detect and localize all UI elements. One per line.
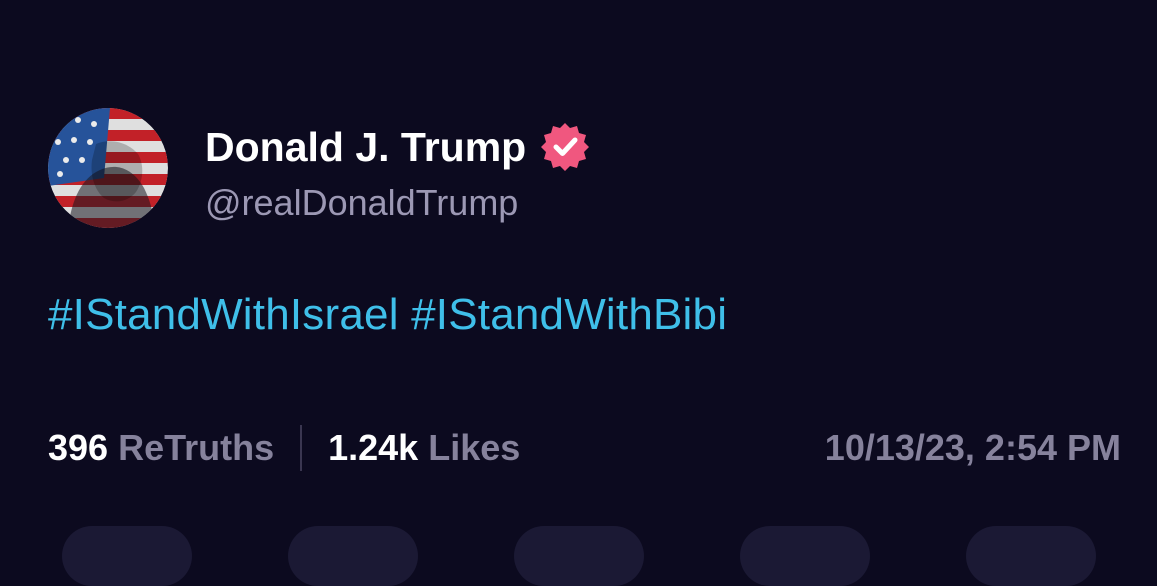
retruths-label: ReTruths <box>118 427 275 468</box>
post-text: #IStandWithIsrael #IStandWithBibi <box>48 290 727 340</box>
more-button[interactable] <box>966 526 1096 586</box>
likes-count: 1.24k <box>328 427 419 468</box>
like-button[interactable] <box>514 526 644 586</box>
verified-badge-icon <box>540 122 590 172</box>
likes-stat[interactable]: 1.24k Likes <box>328 427 520 469</box>
retruth-button[interactable] <box>288 526 418 586</box>
hashtag-link[interactable]: #IStandWithIsrael <box>48 290 399 339</box>
post-card: Donald J. Trump @realDonaldTrump #IStand… <box>0 0 1157 586</box>
action-bar <box>0 526 1157 586</box>
stats-divider <box>300 425 303 471</box>
likes-label: Likes <box>428 427 521 468</box>
author-handle[interactable]: @realDonaldTrump <box>205 182 518 224</box>
share-button[interactable] <box>740 526 870 586</box>
post-stats: 396 ReTruths 1.24k Likes 10/13/23, 2:54 … <box>48 420 1121 476</box>
author-display-name[interactable]: Donald J. Trump <box>205 124 526 171</box>
retruths-count: 396 <box>48 427 109 468</box>
post-timestamp: 10/13/23, 2:54 PM <box>824 427 1121 468</box>
author-name-row: Donald J. Trump <box>205 120 590 174</box>
retruths-stat[interactable]: 396 ReTruths <box>48 427 274 469</box>
reply-button[interactable] <box>62 526 192 586</box>
avatar[interactable] <box>48 108 168 228</box>
avatar-flag-portrait-icon <box>48 108 168 228</box>
hashtag-link[interactable]: #IStandWithBibi <box>411 290 727 339</box>
